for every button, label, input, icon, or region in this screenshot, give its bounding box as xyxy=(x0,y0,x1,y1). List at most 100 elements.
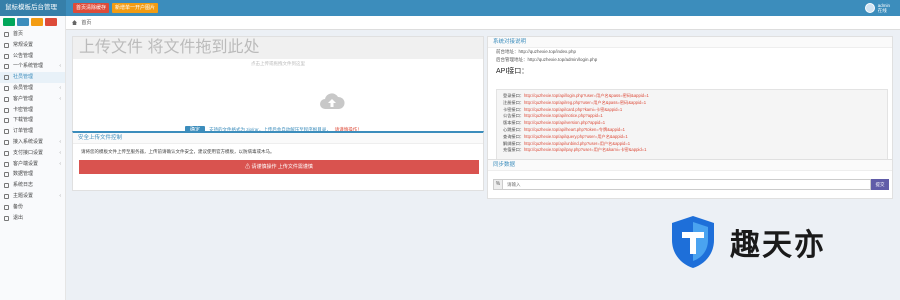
api-line-url[interactable]: http://quzhexie.top/api/pay.php?user=用户名… xyxy=(524,147,646,152)
sidebar-item[interactable]: 系统日志 xyxy=(0,180,65,191)
sidebar-item-label: 数据管理 xyxy=(13,171,34,178)
menu-item-icon xyxy=(4,96,9,102)
api-line-label: 登录接口： xyxy=(503,93,524,98)
api-line-url[interactable]: http://quzhexie.top/api/unbind.php?user=… xyxy=(524,141,630,146)
sidebar-item[interactable]: 主题设置 ‹ xyxy=(0,191,65,202)
sidebar-item[interactable]: 订单管理 xyxy=(0,126,65,137)
api-line: 心跳接口：http://quzhexie.top/api/heart.php?t… xyxy=(503,127,881,134)
clear-cache-button[interactable]: 首页清除缓存 xyxy=(73,3,110,13)
sidebar-item-label: 下载管理 xyxy=(13,117,34,124)
add-image-button[interactable]: 新增单一开户图片 xyxy=(112,3,159,13)
sidebar-item[interactable]: 退出 xyxy=(0,213,65,224)
sidebar-item-label: 系统日志 xyxy=(13,182,34,189)
api-line-url[interactable]: http://quzhexie.top/api/query.php?user=用… xyxy=(524,134,628,139)
sync-prefix: % xyxy=(493,179,503,190)
quick-red-button[interactable] xyxy=(45,18,57,26)
api-heading: API接口： xyxy=(496,68,529,75)
sync-input[interactable] xyxy=(503,179,871,190)
frontend-url[interactable]: 前台地址：http://quzhexie.top/index.php xyxy=(488,48,892,56)
chevron-left-icon: ‹ xyxy=(59,63,61,70)
sync-submit-button[interactable]: 提交 xyxy=(871,179,889,190)
quick-blue-button[interactable] xyxy=(17,18,29,26)
sidebar-item[interactable]: 社员管理 xyxy=(0,72,65,83)
sidebar-item-label: 首页 xyxy=(13,31,24,37)
sidebar-item[interactable]: 公告管理 xyxy=(0,51,65,62)
sidebar-item[interactable]: 接入系统设置 ‹ xyxy=(0,137,65,148)
menu-item-icon xyxy=(4,42,9,48)
chevron-left-icon: ‹ xyxy=(59,160,61,167)
shield-logo-icon xyxy=(672,216,714,268)
menu-item-icon xyxy=(4,107,9,113)
sidebar-item-label: 主题设置 xyxy=(13,192,34,199)
cloud-upload-icon[interactable] xyxy=(319,91,345,111)
chevron-left-icon: ‹ xyxy=(59,95,61,102)
api-line-url[interactable]: http://quzhexie.top/api/heart.php?token=… xyxy=(524,127,625,132)
sidebar-item[interactable]: 客户管理 ‹ xyxy=(0,94,65,105)
sidebar-item-label: 订单管理 xyxy=(13,128,34,135)
home-icon[interactable] xyxy=(72,20,77,26)
quick-orange-button[interactable] xyxy=(31,18,43,26)
api-line-label: 卡密接口： xyxy=(503,106,524,112)
sidebar-item[interactable]: 会员管理 ‹ xyxy=(0,83,65,94)
chevron-left-icon: ‹ xyxy=(59,84,61,91)
menu-item-icon xyxy=(4,53,9,59)
chevron-left-icon: ‹ xyxy=(59,149,61,156)
menu-item-icon xyxy=(4,64,9,70)
menu-item-icon xyxy=(4,32,9,37)
avatar[interactable] xyxy=(864,3,875,13)
sidebar-item[interactable]: 下载管理 xyxy=(0,115,65,126)
sidebar-item-label: 会员管理 xyxy=(13,84,34,91)
sidebar-item[interactable]: 常规设置 xyxy=(0,40,65,51)
sidebar-item-label: 一个系统管理 xyxy=(13,63,44,70)
sidebar-item[interactable]: 卡密管理 xyxy=(0,105,65,116)
api-line-label: 查询接口： xyxy=(503,133,524,139)
admin-url[interactable]: 后台管理地址：http://quzhexie.top/admin/login.p… xyxy=(488,56,892,64)
sidebar-item-label: 客户端设置 xyxy=(13,160,39,167)
sidebar-item[interactable]: 客户端设置 ‹ xyxy=(0,159,65,170)
api-line: 公告接口：http://quzhexie.top/api/notice.php?… xyxy=(503,113,881,120)
breadcrumb-label[interactable]: 首页 xyxy=(81,20,91,26)
api-line-url[interactable]: http://quzhexie.top/api/reg.php?user=用户名… xyxy=(524,100,646,105)
upload-hint: 点击上传或拖拽文件到这里 xyxy=(251,61,305,66)
sidebar-item[interactable]: 备份 xyxy=(0,202,65,213)
menu-item-icon xyxy=(4,150,9,156)
sidebar-item[interactable]: 首页 xyxy=(0,29,65,40)
sidebar-item[interactable]: 数据管理 xyxy=(0,169,65,180)
sidebar-item-label: 支付接口设置 xyxy=(13,149,44,156)
chevron-left-icon: ‹ xyxy=(59,192,61,199)
security-warning-bar[interactable]: ⚠ 请谨慎操作 上传文件需谨慎 xyxy=(79,160,479,174)
menu-item-icon xyxy=(4,204,9,210)
api-line: 充值接口：http://quzhexie.top/api/pay.php?use… xyxy=(503,147,881,154)
sidebar-item-label: 社员管理 xyxy=(13,74,34,81)
api-line-label: 版本接口： xyxy=(503,120,524,126)
menu-item-icon xyxy=(4,215,9,221)
api-line-url[interactable]: http://quzhexie.top/api/version.php?appi… xyxy=(524,120,605,125)
api-line-url[interactable]: http://quzhexie.top/api/login.php?user=用… xyxy=(524,93,649,98)
brand-logo[interactable]: 鼠标模板后台管理 xyxy=(0,0,66,16)
sidebar-item-label: 接入系统设置 xyxy=(13,138,44,145)
quick-buttons xyxy=(0,16,65,29)
user-info: admin 在线 xyxy=(878,3,890,13)
security-title: 安全上传文件控制 xyxy=(73,133,483,144)
sidebar-item[interactable]: 支付接口设置 ‹ xyxy=(0,148,65,159)
api-line-url[interactable]: http://quzhexie.top/api/card.php?kami=卡密… xyxy=(524,107,622,112)
top-navbar: 鼠标模板后台管理 首页清除缓存 新增单一开户图片 admin 在线 xyxy=(0,0,900,16)
api-line: 查询接口：http://quzhexie.top/api/query.php?u… xyxy=(503,134,881,141)
user-status: 在线 xyxy=(877,8,887,13)
api-line: 版本接口：http://quzhexie.top/api/version.php… xyxy=(503,120,881,127)
menu-item-icon xyxy=(4,139,9,145)
sidebar-item[interactable]: 一个系统管理 ‹ xyxy=(0,61,65,72)
sidebar-item-label: 备份 xyxy=(13,203,24,210)
quick-green-button[interactable] xyxy=(3,18,15,26)
api-line-label: 心跳接口： xyxy=(503,126,524,132)
security-panel: 安全上传文件控制 请将您的模板文件上传至服务器，上传前请确认文件安全，建议使用官… xyxy=(72,131,484,191)
upload-panel: 上传文件 将文件拖到此处 点击上传或拖拽文件到这里 确定 支持的文件格式为 zi… xyxy=(72,36,484,138)
user-menu[interactable]: admin 在线 xyxy=(864,1,890,15)
upload-title: 上传文件 将文件拖到此处 xyxy=(73,37,483,59)
api-line: 注册接口：http://quzhexie.top/api/reg.php?use… xyxy=(503,100,881,107)
chevron-left-icon: ‹ xyxy=(59,138,61,145)
menu-item-icon xyxy=(4,129,9,135)
api-line: 卡密接口：http://quzhexie.top/api/card.php?ka… xyxy=(503,107,881,114)
security-text: 请将您的模板文件上传至服务器，上传前请确认文件安全，建议使用官方模板，以防病毒或… xyxy=(81,149,275,154)
api-line-url[interactable]: http://quzhexie.top/api/notice.php?appid… xyxy=(524,113,603,118)
